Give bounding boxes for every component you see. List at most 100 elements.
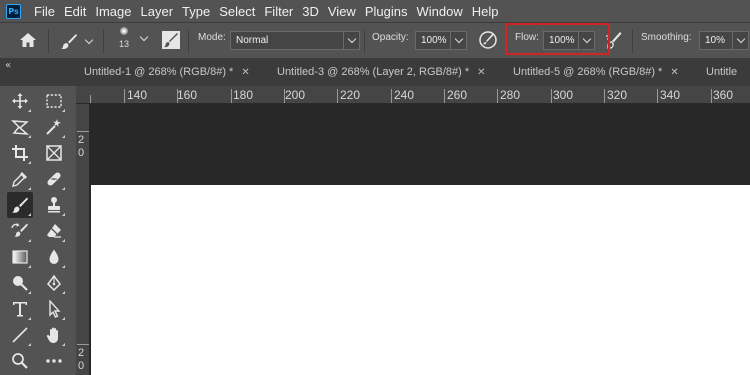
crop-tool[interactable] [7, 140, 33, 166]
document-tab[interactable]: Untitled-1 @ 268% (RGB/8#) * ✕ [84, 58, 250, 86]
home-button[interactable] [19, 32, 37, 48]
menu-edit[interactable]: Edit [64, 4, 86, 19]
more-tools-icon [46, 359, 62, 363]
hand-tool[interactable] [41, 322, 67, 348]
ruler-label: 280 [500, 88, 521, 102]
collapse-panels-icon[interactable]: « [5, 60, 11, 71]
opacity-field[interactable]: 100% [415, 31, 467, 50]
ruler-label: 180 [233, 88, 254, 102]
menu-select[interactable]: Select [219, 4, 255, 19]
ruler-tick [177, 89, 178, 103]
ruler-tick [90, 95, 91, 103]
menu-filter[interactable]: Filter [264, 4, 293, 19]
document-tab[interactable]: Untitled-5 @ 268% (RGB/8#) * ✕ [513, 58, 679, 86]
mode-label: Mode: [198, 32, 226, 43]
frame-tool[interactable] [41, 140, 67, 166]
brush-settings-toggle[interactable] [161, 30, 181, 50]
brush-size-dropdown[interactable] [139, 32, 149, 42]
ruler-label: 240 [394, 88, 415, 102]
pressure-opacity-icon [479, 31, 497, 49]
clone-stamp-tool[interactable] [41, 192, 67, 218]
pasteboard[interactable] [91, 105, 750, 185]
separator [364, 29, 365, 53]
menu-file[interactable]: File [34, 4, 55, 19]
separator [632, 29, 633, 53]
ruler-tick [391, 89, 392, 103]
menu-window[interactable]: Window [416, 4, 462, 19]
move-tool[interactable] [7, 88, 33, 114]
document-tab[interactable]: Untitle [706, 58, 737, 86]
tab-title: Untitled-1 @ 268% (RGB/8#) * [84, 66, 234, 78]
menu-image[interactable]: Image [95, 4, 131, 19]
blur-tool-icon [49, 249, 59, 264]
tool-group-indicator [28, 109, 31, 112]
tool-group-indicator [28, 343, 31, 346]
more-tools-button[interactable] [41, 348, 67, 374]
brush-tip-icon [120, 27, 128, 35]
brush-settings-panel-icon [162, 31, 180, 49]
tool-group-indicator [62, 239, 65, 242]
mode-select[interactable]: Normal [230, 31, 360, 50]
eraser-tool[interactable] [41, 218, 67, 244]
pen-tool[interactable] [41, 270, 67, 296]
gradient-tool[interactable] [7, 244, 33, 270]
brush-size-picker[interactable]: 13 [112, 27, 136, 49]
tool-preset-picker[interactable] [60, 32, 94, 50]
type-tool[interactable] [7, 296, 33, 322]
vertical-ruler[interactable]: 2 0 2 0 [76, 104, 90, 375]
close-icon[interactable]: ✕ [670, 67, 678, 78]
opacity-dropdown-button[interactable] [451, 31, 467, 50]
move-tool-icon [12, 93, 28, 109]
photoshop-logo[interactable]: Ps [6, 3, 21, 19]
ruler-label: 300 [553, 88, 574, 102]
eyedropper-tool[interactable] [7, 166, 33, 192]
menu-type[interactable]: Type [182, 4, 210, 19]
close-icon[interactable]: ✕ [477, 67, 485, 78]
line-tool[interactable] [7, 322, 33, 348]
lasso-tool[interactable] [7, 114, 33, 140]
menu-bar: Ps File Edit Image Layer Type Select Fil… [0, 0, 750, 22]
pressure-opacity-button[interactable] [478, 30, 498, 50]
frame-tool-icon [46, 145, 62, 161]
ruler-label: 160 [177, 88, 198, 102]
smoothing-dropdown-button[interactable] [733, 31, 749, 50]
tool-group-indicator [28, 187, 31, 190]
ruler-label: 0 [78, 147, 85, 159]
eraser-tool-icon [47, 224, 61, 238]
menu-layer[interactable]: Layer [141, 4, 174, 19]
chevron-down-icon [347, 34, 356, 44]
ruler-label: 260 [447, 88, 468, 102]
tools-panel [0, 86, 76, 375]
marquee-tool[interactable] [41, 88, 67, 114]
mode-group: Mode: [198, 32, 226, 43]
crop-tool-icon [12, 145, 28, 161]
zoom-tool[interactable] [7, 348, 33, 374]
brush-tool-icon [12, 197, 28, 213]
close-icon[interactable]: ✕ [241, 67, 249, 78]
blur-tool[interactable] [41, 244, 67, 270]
horizontal-ruler[interactable]: 140 160 180 200 220 240 260 280 300 320 … [76, 86, 750, 104]
ruler-label: 320 [607, 88, 628, 102]
smoothing-field[interactable]: 10% [699, 31, 749, 50]
ruler-label: 0 [78, 360, 85, 372]
path-selection-tool[interactable] [41, 296, 67, 322]
ruler-tick [77, 131, 89, 132]
dodge-tool[interactable] [7, 270, 33, 296]
menu-plugins[interactable]: Plugins [365, 4, 408, 19]
menu-3d[interactable]: 3D [302, 4, 319, 19]
document-tab[interactable]: Untitled-3 @ 268% (Layer 2, RGB/8#) * ✕ [277, 58, 486, 86]
menu-help[interactable]: Help [472, 4, 499, 19]
tab-title: Untitled-3 @ 268% (Layer 2, RGB/8#) * [277, 66, 470, 78]
healing-brush-tool[interactable] [41, 166, 67, 192]
magic-wand-tool[interactable] [41, 114, 67, 140]
document-canvas[interactable] [91, 185, 750, 375]
ruler-label: 220 [340, 88, 361, 102]
menu-view[interactable]: View [328, 4, 356, 19]
ruler-label: 340 [660, 88, 681, 102]
smoothing-label: Smoothing: [641, 32, 692, 43]
history-brush-tool[interactable] [7, 218, 33, 244]
ruler-tick [231, 89, 232, 103]
eyedropper-tool-icon [12, 172, 27, 187]
mode-dropdown-button[interactable] [344, 31, 360, 50]
brush-tool[interactable] [7, 192, 33, 218]
